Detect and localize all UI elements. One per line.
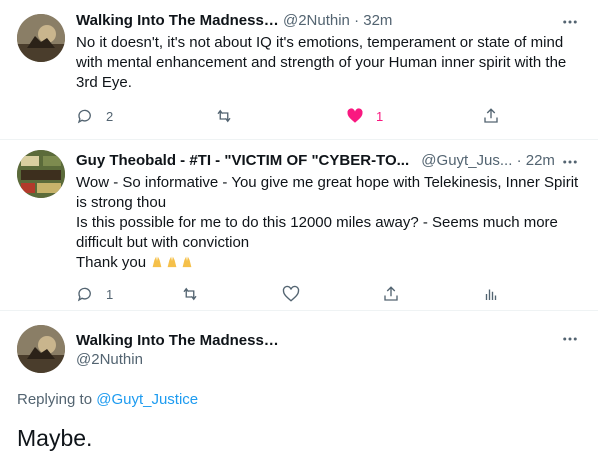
share-icon [384, 286, 398, 301]
author-handle[interactable]: @2Nuthin [76, 351, 143, 368]
reply-icon [77, 287, 91, 302]
folded-hands-icon [152, 256, 162, 268]
author-handle[interactable]: @Guyt_Jus... [421, 152, 512, 169]
more-icon[interactable] [560, 12, 580, 32]
tweet-text-content: No it doesn't, it's not about IQ it's em… [76, 34, 567, 91]
author-name[interactable]: Walking Into The Madness… [76, 12, 279, 29]
share-button[interactable] [382, 284, 400, 304]
tweet-text: Wow - So informative - You give me great… [76, 173, 584, 273]
tweet-text-line: Is this possible for me to do this 12000… [76, 214, 558, 251]
avatar-image [17, 14, 65, 62]
tweet-text-line: Wow - So informative - You give me great… [76, 174, 579, 211]
analytics-button[interactable] [482, 284, 500, 304]
separator-dot: · [516, 152, 522, 169]
timestamp[interactable]: 22m [526, 152, 555, 169]
like-button[interactable]: 1 [346, 106, 383, 126]
main-tweet-text: Maybe. [17, 425, 93, 451]
more-icon[interactable] [560, 329, 580, 349]
share-icon [484, 108, 498, 123]
share-button[interactable] [482, 106, 500, 126]
folded-hands-icon [167, 256, 177, 268]
tweet-2[interactable]: Guy Theobald - #TI - "VICTIM OF "CYBER-T… [0, 140, 598, 310]
like-count: 1 [376, 108, 384, 124]
action-bar: 1 [76, 284, 598, 304]
retweet-button[interactable] [215, 106, 233, 126]
author-handle[interactable]: @2Nuthin [283, 12, 350, 29]
timestamp[interactable]: 32m [363, 12, 392, 29]
reply-icon [77, 109, 91, 124]
retweet-button[interactable] [181, 284, 199, 304]
avatar[interactable] [17, 150, 65, 198]
tweet-header: Guy Theobald - #TI - "VICTIM OF "CYBER-T… [76, 152, 598, 172]
replying-to-link[interactable]: @Guyt_Justice [96, 391, 198, 408]
reply-button[interactable]: 2 [76, 106, 113, 126]
reply-button[interactable]: 1 [76, 284, 113, 304]
thank-you-text: Thank you [76, 254, 147, 271]
retweet-icon [183, 287, 197, 301]
avatar-image [17, 325, 65, 373]
reply-count: 1 [106, 286, 114, 302]
author-name[interactable]: Guy Theobald - #TI - "VICTIM OF "CYBER-T… [76, 152, 409, 169]
replying-to-label: Replying to [17, 391, 93, 408]
action-bar: 2 1 [76, 106, 598, 126]
like-button[interactable] [282, 284, 300, 304]
more-icon[interactable] [560, 152, 580, 172]
tweet-1[interactable]: Walking Into The Madness… @2Nuthin · 32m… [0, 0, 598, 140]
avatar-image [17, 150, 65, 198]
author-name[interactable]: Walking Into The Madness… [76, 332, 279, 349]
folded-hands-icon [182, 256, 192, 268]
replying-to: Replying to @Guyt_Justice [17, 391, 198, 408]
tweet-text-line: Thank you [76, 253, 584, 273]
tweet-header: Walking Into The Madness… @2Nuthin · 32m [76, 12, 598, 32]
avatar[interactable] [17, 14, 65, 62]
reply-count: 2 [106, 108, 114, 124]
analytics-icon [485, 289, 497, 300]
tweet-header: Walking Into The Madness… [76, 332, 598, 352]
avatar[interactable] [17, 325, 65, 373]
heart-icon [282, 285, 300, 302]
tweet-text: No it doesn't, it's not about IQ it's em… [76, 33, 584, 93]
retweet-icon [217, 109, 231, 123]
tweet-subheader: @2Nuthin [76, 351, 598, 371]
separator-dot: · [354, 12, 360, 29]
heart-filled-icon [347, 108, 363, 123]
